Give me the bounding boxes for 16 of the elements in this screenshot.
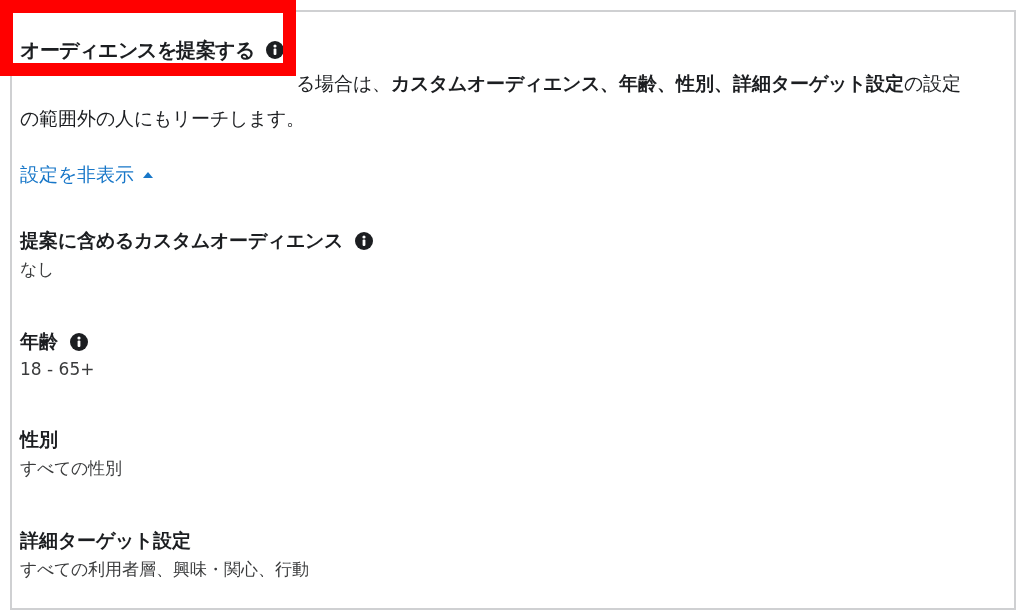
info-icon[interactable] bbox=[355, 232, 373, 250]
info-icon[interactable] bbox=[70, 333, 88, 351]
hide-settings-link[interactable]: 設定を非表示 bbox=[20, 162, 154, 188]
field-value: すべての性別 bbox=[20, 457, 123, 480]
field-value: すべての利用者層、興味・関心、行動 bbox=[20, 558, 310, 581]
description-text: の範囲外の人にもリーチします。 bbox=[20, 106, 306, 131]
info-icon[interactable] bbox=[266, 41, 284, 59]
section-title: オーディエンスを提案する bbox=[20, 36, 254, 64]
field-label: 性別 bbox=[20, 427, 58, 452]
field-value: なし bbox=[20, 258, 55, 281]
field-label: 提案に含めるカスタムオーディエンス bbox=[20, 228, 343, 253]
description-text: る場合は、カスタムオーディエンス、年齢、性別、詳細ターゲット設定の設定 bbox=[295, 71, 962, 96]
field-value: 18 - 65+ bbox=[20, 359, 96, 379]
field-label: 詳細ターゲット設定 bbox=[20, 528, 191, 553]
caret-icon bbox=[142, 171, 154, 179]
field-label: 年齢 bbox=[20, 329, 58, 354]
